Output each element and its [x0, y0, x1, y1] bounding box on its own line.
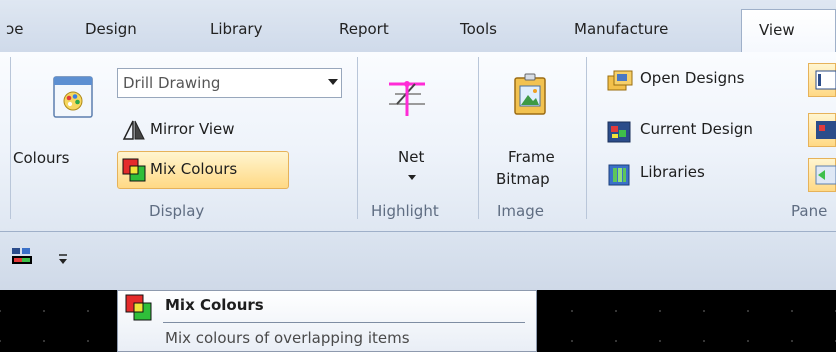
- group-label-display: Display: [149, 202, 205, 220]
- tab-partial[interactable]: ɔe: [6, 20, 23, 38]
- libraries-icon: [608, 164, 630, 186]
- open-designs-button[interactable]: Open Designs: [640, 69, 744, 87]
- group-separator: [357, 57, 358, 219]
- palette-window-icon: [53, 76, 93, 118]
- frame-bitmap-icon[interactable]: [511, 72, 549, 118]
- group-label-image: Image: [497, 202, 544, 220]
- tab-view[interactable]: View: [741, 9, 836, 52]
- mix-colours-icon: [125, 294, 152, 321]
- colours-button[interactable]: [50, 73, 96, 121]
- tab-tools[interactable]: Tools: [460, 20, 497, 38]
- info-pane-icon: [815, 70, 836, 90]
- group-separator: [586, 57, 587, 219]
- chevron-down-icon[interactable]: [406, 172, 418, 182]
- tab-report[interactable]: Report: [339, 20, 389, 38]
- open-designs-icon: [607, 70, 633, 91]
- group-label-panes: Pane: [791, 202, 828, 220]
- frame-bitmap-label-1[interactable]: Frame: [508, 148, 555, 166]
- mix-colours-label: Mix Colours: [150, 160, 238, 178]
- group-label-highlight: Highlight: [371, 202, 439, 220]
- colours-label[interactable]: Colours: [13, 149, 69, 167]
- group-separator: [478, 57, 479, 219]
- libraries-button[interactable]: Libraries: [640, 163, 705, 181]
- net-icon: [389, 81, 425, 116]
- chevron-down-icon[interactable]: [326, 70, 340, 94]
- quick-layer-icon[interactable]: [10, 246, 34, 272]
- design-pane-icon: [816, 121, 836, 139]
- customize-toolbar-icon[interactable]: [57, 252, 69, 266]
- dropdown-value: Drill Drawing: [123, 74, 221, 92]
- mirror-view-button[interactable]: Mirror View: [150, 120, 235, 138]
- library-pane-icon: [815, 165, 836, 185]
- quick-access-toolbar: [0, 232, 836, 290]
- tab-design[interactable]: Design: [85, 20, 137, 38]
- tooltip-description: Mix colours of overlapping items: [165, 329, 410, 347]
- ribbon-tab-bar: ɔe Design Library Report Tools Manufactu…: [0, 0, 836, 53]
- tab-library[interactable]: Library: [210, 20, 262, 38]
- net-button[interactable]: Net: [398, 148, 424, 166]
- frame-bitmap-label-2[interactable]: Bitmap: [496, 170, 550, 188]
- tooltip-title: Mix Colours: [165, 296, 264, 314]
- mirror-icon: [122, 120, 145, 140]
- current-design-button[interactable]: Current Design: [640, 120, 753, 138]
- mix-colours-icon: [122, 158, 146, 182]
- group-separator: [10, 57, 11, 219]
- tab-manufacture[interactable]: Manufacture: [574, 20, 668, 38]
- current-design-icon: [607, 121, 631, 143]
- tooltip-divider: [163, 322, 525, 323]
